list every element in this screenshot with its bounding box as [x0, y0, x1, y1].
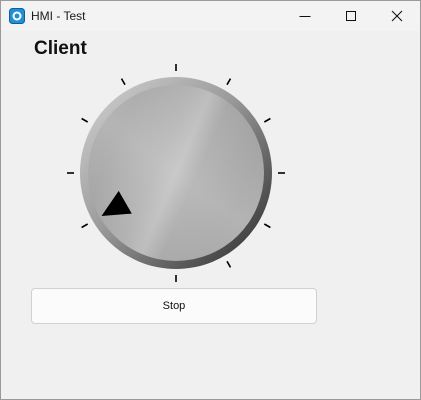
- knob-tick: [226, 78, 232, 86]
- rotary-knob[interactable]: [61, 56, 291, 286]
- maximize-button[interactable]: [328, 1, 374, 31]
- close-icon: [391, 10, 403, 22]
- knob-graphic[interactable]: [61, 56, 291, 286]
- knob-tick: [263, 223, 271, 229]
- knob-face-sheen: [88, 85, 264, 261]
- app-window: HMI - Test Client Stop: [0, 0, 421, 400]
- close-button[interactable]: [374, 1, 420, 31]
- minimize-icon: [299, 16, 311, 17]
- maximize-icon: [346, 11, 356, 21]
- knob-tick: [81, 223, 89, 229]
- knob-tick: [120, 78, 126, 86]
- knob-tick: [226, 260, 232, 268]
- minimize-button[interactable]: [282, 1, 328, 31]
- window-title: HMI - Test: [31, 9, 86, 23]
- app-icon: [9, 8, 25, 24]
- knob-tick: [263, 117, 271, 123]
- title-bar[interactable]: HMI - Test: [1, 1, 420, 31]
- stop-button[interactable]: Stop: [31, 288, 317, 324]
- knob-tick: [81, 117, 89, 123]
